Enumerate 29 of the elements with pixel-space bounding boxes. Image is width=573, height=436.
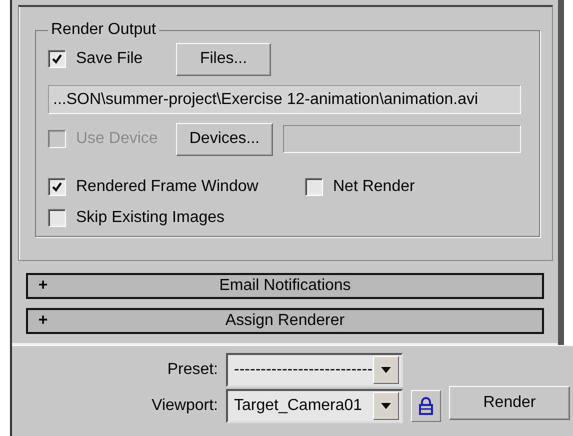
files-button[interactable]: Files... (176, 42, 271, 76)
rollout-title: Email Notifications (218, 277, 352, 295)
checkbox[interactable] (305, 178, 323, 196)
preset-label: Preset: (166, 361, 218, 379)
rollout-header[interactable]: + Assign Renderer (26, 308, 544, 334)
dropdown[interactable]: -------------------------- (226, 353, 403, 387)
viewport-label: Viewport: (150, 397, 218, 415)
checkbox[interactable] (48, 178, 66, 196)
checkbox-label: Skip Existing Images (76, 209, 225, 227)
lock-button[interactable] (411, 390, 441, 422)
checkbox[interactable] (48, 209, 66, 227)
checkbox-label: Rendered Frame Window (76, 178, 258, 196)
dropdown[interactable]: Target_Camera01 (226, 389, 403, 423)
devices-button[interactable]: Devices... (176, 122, 273, 156)
file-path-field[interactable]: ...SON\summer-project\Exercise 12-animation\animation.avi (48, 85, 521, 114)
render-button[interactable]: Render (449, 386, 570, 420)
lock-icon (419, 397, 433, 415)
rollout-title: Assign Renderer (224, 312, 346, 330)
expand-sign: + (37, 277, 49, 295)
rollout-header[interactable]: + Email Notifications (26, 273, 544, 299)
checkbox[interactable] (48, 50, 66, 68)
device-field[interactable] (283, 125, 521, 153)
checkbox-label: Save File (76, 50, 143, 68)
checkmark-icon (51, 181, 63, 193)
expand-sign: + (37, 312, 49, 330)
checkbox-label: Use Device (76, 130, 158, 148)
group-title: Render Output (50, 21, 157, 39)
checkmark-icon (51, 53, 63, 65)
checkbox-label: Net Render (333, 178, 415, 196)
